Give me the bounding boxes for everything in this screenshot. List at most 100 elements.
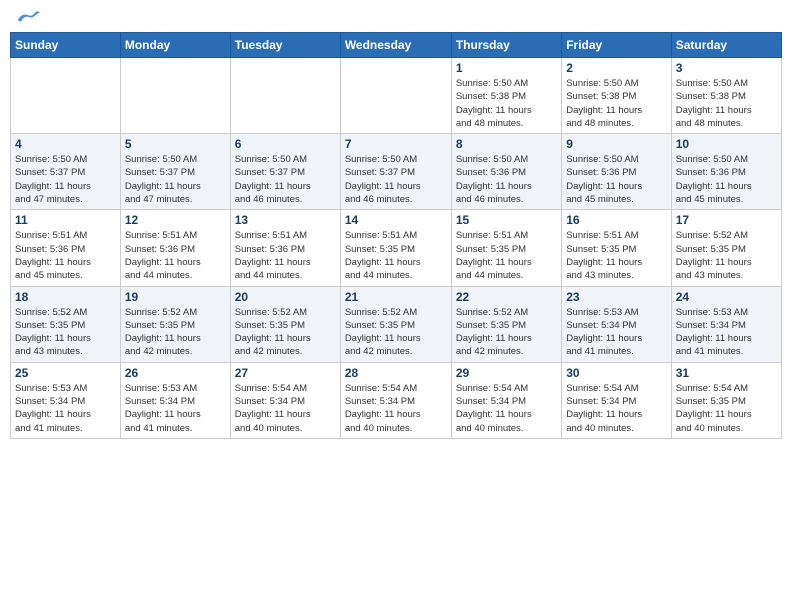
calendar-cell: 26 Sunrise: 5:53 AM Sunset: 5:34 PM Dayli… xyxy=(120,362,230,438)
day-info: Sunrise: 5:51 AM Sunset: 5:36 PM Dayligh… xyxy=(235,229,336,282)
day-info: Sunrise: 5:50 AM Sunset: 5:38 PM Dayligh… xyxy=(566,77,666,130)
day-info: Sunrise: 5:50 AM Sunset: 5:37 PM Dayligh… xyxy=(235,153,336,206)
day-info: Sunrise: 5:53 AM Sunset: 5:34 PM Dayligh… xyxy=(676,306,777,359)
calendar-cell: 1 Sunrise: 5:50 AM Sunset: 5:38 PM Daylig… xyxy=(451,58,561,134)
day-info: Sunrise: 5:52 AM Sunset: 5:35 PM Dayligh… xyxy=(345,306,447,359)
day-info: Sunrise: 5:52 AM Sunset: 5:35 PM Dayligh… xyxy=(125,306,226,359)
day-number: 14 xyxy=(345,213,447,227)
day-number: 19 xyxy=(125,290,226,304)
calendar-cell: 20 Sunrise: 5:52 AM Sunset: 5:35 PM Dayli… xyxy=(230,286,340,362)
calendar-week-2: 4 Sunrise: 5:50 AM Sunset: 5:37 PM Daylig… xyxy=(11,134,782,210)
day-info: Sunrise: 5:54 AM Sunset: 5:35 PM Dayligh… xyxy=(676,382,777,435)
day-info: Sunrise: 5:51 AM Sunset: 5:36 PM Dayligh… xyxy=(15,229,116,282)
day-number: 23 xyxy=(566,290,666,304)
day-number: 26 xyxy=(125,366,226,380)
calendar-week-5: 25 Sunrise: 5:53 AM Sunset: 5:34 PM Dayli… xyxy=(11,362,782,438)
calendar-cell: 27Sunrise: 5:54 AM Sunset: 5:34 PM Dayli… xyxy=(230,362,340,438)
calendar-cell xyxy=(11,58,121,134)
calendar-cell xyxy=(340,58,451,134)
calendar-cell xyxy=(230,58,340,134)
day-info: Sunrise: 5:54 AM Sunset: 5:34 PM Dayligh… xyxy=(456,382,557,435)
calendar-cell: 25 Sunrise: 5:53 AM Sunset: 5:34 PM Dayli… xyxy=(11,362,121,438)
day-info: Sunrise: 5:50 AM Sunset: 5:36 PM Dayligh… xyxy=(676,153,777,206)
weekday-header-saturday: Saturday xyxy=(671,33,781,58)
day-number: 5 xyxy=(125,137,226,151)
day-info: Sunrise: 5:51 AM Sunset: 5:36 PM Dayligh… xyxy=(125,229,226,282)
day-info: Sunrise: 5:51 AM Sunset: 5:35 PM Dayligh… xyxy=(345,229,447,282)
calendar-cell: 13 Sunrise: 5:51 AM Sunset: 5:36 PM Dayli… xyxy=(230,210,340,286)
day-number: 25 xyxy=(15,366,116,380)
weekday-header-tuesday: Tuesday xyxy=(230,33,340,58)
calendar-cell: 2 Sunrise: 5:50 AM Sunset: 5:38 PM Daylig… xyxy=(562,58,671,134)
day-info: Sunrise: 5:50 AM Sunset: 5:38 PM Dayligh… xyxy=(456,77,557,130)
calendar-cell: 16 Sunrise: 5:51 AM Sunset: 5:35 PM Dayli… xyxy=(562,210,671,286)
calendar-cell: 29 Sunrise: 5:54 AM Sunset: 5:34 PM Dayli… xyxy=(451,362,561,438)
calendar-cell: 8 Sunrise: 5:50 AM Sunset: 5:36 PM Daylig… xyxy=(451,134,561,210)
day-info: Sunrise: 5:50 AM Sunset: 5:36 PM Dayligh… xyxy=(566,153,666,206)
day-number: 9 xyxy=(566,137,666,151)
day-number: 30 xyxy=(566,366,666,380)
calendar-cell: 7 Sunrise: 5:50 AM Sunset: 5:37 PM Daylig… xyxy=(340,134,451,210)
weekday-header-wednesday: Wednesday xyxy=(340,33,451,58)
day-info: Sunrise: 5:53 AM Sunset: 5:34 PM Dayligh… xyxy=(15,382,116,435)
day-number: 20 xyxy=(235,290,336,304)
calendar-cell: 14 Sunrise: 5:51 AM Sunset: 5:35 PM Dayli… xyxy=(340,210,451,286)
day-number: 3 xyxy=(676,61,777,75)
day-info: Sunrise: 5:53 AM Sunset: 5:34 PM Dayligh… xyxy=(566,306,666,359)
day-number: 16 xyxy=(566,213,666,227)
day-number: 17 xyxy=(676,213,777,227)
day-number: 1 xyxy=(456,61,557,75)
day-number: 12 xyxy=(125,213,226,227)
calendar-cell: 22Sunrise: 5:52 AM Sunset: 5:35 PM Dayli… xyxy=(451,286,561,362)
calendar-cell: 6 Sunrise: 5:50 AM Sunset: 5:37 PM Daylig… xyxy=(230,134,340,210)
day-info: Sunrise: 5:52 AM Sunset: 5:35 PM Dayligh… xyxy=(676,229,777,282)
calendar-cell: 30 Sunrise: 5:54 AM Sunset: 5:34 PM Dayli… xyxy=(562,362,671,438)
day-number: 7 xyxy=(345,137,447,151)
calendar-cell: 12 Sunrise: 5:51 AM Sunset: 5:36 PM Dayli… xyxy=(120,210,230,286)
day-info: Sunrise: 5:54 AM Sunset: 5:34 PM Dayligh… xyxy=(345,382,447,435)
day-number: 6 xyxy=(235,137,336,151)
day-number: 29 xyxy=(456,366,557,380)
calendar-cell: 28 Sunrise: 5:54 AM Sunset: 5:34 PM Dayli… xyxy=(340,362,451,438)
day-number: 11 xyxy=(15,213,116,227)
day-info: Sunrise: 5:53 AM Sunset: 5:34 PM Dayligh… xyxy=(125,382,226,435)
day-number: 24 xyxy=(676,290,777,304)
calendar-week-1: 1 Sunrise: 5:50 AM Sunset: 5:38 PM Daylig… xyxy=(11,58,782,134)
calendar-cell xyxy=(120,58,230,134)
calendar-cell: 11 Sunrise: 5:51 AM Sunset: 5:36 PM Dayli… xyxy=(11,210,121,286)
calendar-cell: 23 Sunrise: 5:53 AM Sunset: 5:34 PM Dayli… xyxy=(562,286,671,362)
calendar-cell: 3 Sunrise: 5:50 AM Sunset: 5:38 PM Daylig… xyxy=(671,58,781,134)
day-info: Sunrise: 5:52 AM Sunset: 5:35 PM Dayligh… xyxy=(235,306,336,359)
calendar-cell: 5 Sunrise: 5:50 AM Sunset: 5:37 PM Daylig… xyxy=(120,134,230,210)
day-info: Sunrise: 5:51 AM Sunset: 5:35 PM Dayligh… xyxy=(566,229,666,282)
day-info: Sunrise: 5:50 AM Sunset: 5:37 PM Dayligh… xyxy=(125,153,226,206)
calendar-week-3: 11 Sunrise: 5:51 AM Sunset: 5:36 PM Dayli… xyxy=(11,210,782,286)
weekday-header-sunday: Sunday xyxy=(11,33,121,58)
day-number: 28 xyxy=(345,366,447,380)
calendar-cell: 24 Sunrise: 5:53 AM Sunset: 5:34 PM Dayli… xyxy=(671,286,781,362)
weekday-header-monday: Monday xyxy=(120,33,230,58)
logo xyxy=(14,10,40,24)
day-number: 13 xyxy=(235,213,336,227)
day-number: 27 xyxy=(235,366,336,380)
calendar-week-4: 18 Sunrise: 5:52 AM Sunset: 5:35 PM Dayli… xyxy=(11,286,782,362)
calendar-cell: 15Sunrise: 5:51 AM Sunset: 5:35 PM Dayli… xyxy=(451,210,561,286)
day-info: Sunrise: 5:50 AM Sunset: 5:37 PM Dayligh… xyxy=(345,153,447,206)
calendar-cell: 21 Sunrise: 5:52 AM Sunset: 5:35 PM Dayli… xyxy=(340,286,451,362)
day-info: Sunrise: 5:50 AM Sunset: 5:36 PM Dayligh… xyxy=(456,153,557,206)
calendar-cell: 31 Sunrise: 5:54 AM Sunset: 5:35 PM Dayli… xyxy=(671,362,781,438)
day-number: 18 xyxy=(15,290,116,304)
day-number: 8 xyxy=(456,137,557,151)
day-number: 21 xyxy=(345,290,447,304)
day-number: 31 xyxy=(676,366,777,380)
day-number: 4 xyxy=(15,137,116,151)
day-number: 22 xyxy=(456,290,557,304)
day-info: Sunrise: 5:54 AM Sunset: 5:34 PM Dayligh… xyxy=(566,382,666,435)
calendar-cell: 18Sunrise: 5:52 AM Sunset: 5:35 PM Dayli… xyxy=(11,286,121,362)
weekday-header-row: SundayMondayTuesdayWednesdayThursdayFrid… xyxy=(11,33,782,58)
day-info: Sunrise: 5:50 AM Sunset: 5:38 PM Dayligh… xyxy=(676,77,777,130)
weekday-header-friday: Friday xyxy=(562,33,671,58)
day-number: 10 xyxy=(676,137,777,151)
day-number: 2 xyxy=(566,61,666,75)
page-header xyxy=(10,10,782,24)
